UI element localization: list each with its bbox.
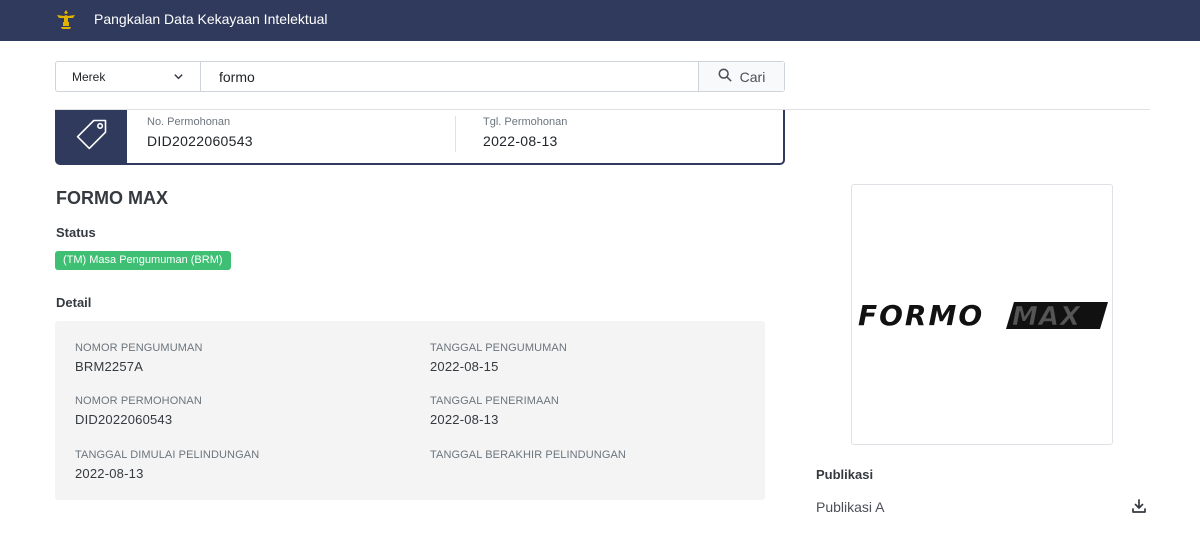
detail-key: TANGGAL BERAKHIR PELINDUNGAN	[430, 449, 626, 461]
detail-item-receipt-date: TANGGAL PENERIMAAN 2022-08-13	[430, 395, 559, 427]
detail-key: TANGGAL PENGUMUMAN	[430, 342, 567, 354]
mark-logo-image[interactable]: FORMO MAX	[851, 184, 1113, 445]
detail-panel: NOMOR PENGUMUMAN BRM2257A TANGGAL PENGUM…	[55, 321, 765, 500]
application-date-label: Tgl. Permohonan	[483, 116, 568, 128]
detail-value: 2022-08-15	[430, 359, 499, 374]
tag-icon	[74, 116, 110, 157]
publication-item[interactable]: Publikasi A	[816, 499, 884, 515]
detail-key: NOMOR PERMOHONAN	[75, 395, 202, 407]
detail-value: 2022-08-13	[75, 466, 144, 481]
publication-title: Publikasi	[816, 467, 874, 482]
chevron-down-icon	[173, 71, 184, 82]
application-number-label: No. Permohonan	[147, 116, 231, 128]
garuda-logo-icon[interactable]	[55, 8, 77, 30]
detail-item-announcement-date: TANGGAL PENGUMUMAN 2022-08-15	[430, 342, 567, 374]
top-navbar: Pangkalan Data Kekayaan Intelektual	[0, 0, 1200, 41]
detail-item-application-number: NOMOR PERMOHONAN DID2022060543	[75, 395, 202, 427]
application-number-value: DID2022060543	[147, 133, 253, 149]
status-label: Status	[56, 225, 96, 240]
search-type-value: Merek	[72, 69, 106, 84]
detail-key: TANGGAL DIMULAI PELINDUNGAN	[75, 449, 260, 461]
application-summary-card[interactable]: No. Permohonan DID2022060543 Tgl. Permoh…	[55, 110, 785, 165]
search-bar: Merek Cari	[55, 61, 785, 92]
app-title[interactable]: Pangkalan Data Kekayaan Intelektual	[94, 11, 328, 27]
search-button[interactable]: Cari	[698, 62, 784, 91]
detail-label: Detail	[56, 295, 92, 310]
detail-value: DID2022060543	[75, 412, 173, 427]
summary-icon-box	[57, 110, 127, 163]
detail-item-protection-end: TANGGAL BERAKHIR PELINDUNGAN	[430, 449, 626, 466]
detail-item-protection-start: TANGGAL DIMULAI PELINDUNGAN 2022-08-13	[75, 449, 259, 481]
logo-text-formo: FORMO	[858, 299, 984, 332]
search-icon	[718, 68, 732, 85]
download-icon[interactable]	[1131, 498, 1147, 514]
search-type-select[interactable]: Merek	[56, 62, 201, 91]
detail-value: BRM2257A	[75, 359, 144, 374]
detail-key: TANGGAL PENERIMAAN	[430, 395, 559, 407]
search-button-label: Cari	[739, 68, 766, 85]
search-input[interactable]	[201, 62, 698, 91]
application-number-field: No. Permohonan DID2022060543	[147, 116, 253, 149]
logo-text-max: MAX	[1012, 302, 1082, 332]
application-date-value: 2022-08-13	[483, 133, 558, 149]
mark-title: FORMO MAX	[56, 188, 168, 208]
application-date-field: Tgl. Permohonan 2022-08-13	[483, 116, 567, 149]
status-badge: (TM) Masa Pengumuman (BRM)	[55, 251, 231, 270]
detail-value: 2022-08-13	[430, 412, 499, 427]
formo-max-logo: FORMO MAX	[858, 299, 1108, 332]
summary-separator	[455, 116, 456, 152]
detail-key: NOMOR PENGUMUMAN	[75, 342, 203, 354]
detail-item-announcement-number: NOMOR PENGUMUMAN BRM2257A	[75, 342, 203, 374]
